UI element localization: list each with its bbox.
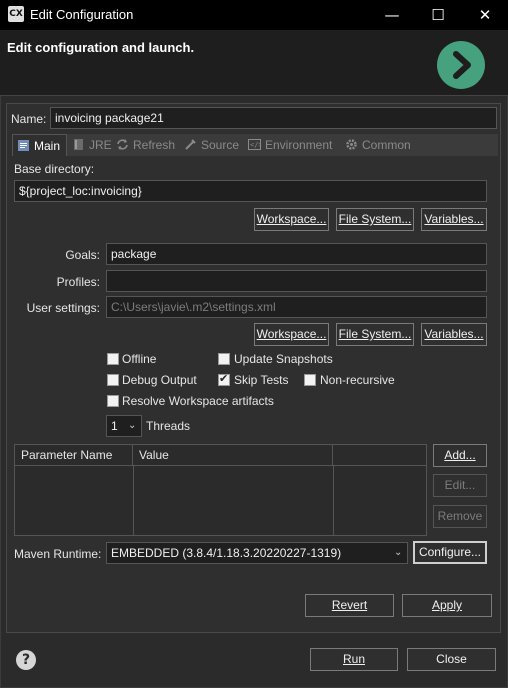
skip-tests-checkbox[interactable] bbox=[218, 372, 230, 386]
base-file-system-button[interactable]: File System... bbox=[336, 208, 414, 231]
maven-runtime-label: Maven Runtime: bbox=[14, 547, 102, 561]
tab-refresh-label: Refresh bbox=[133, 138, 176, 152]
chevron-down-icon: ⌄ bbox=[394, 547, 403, 558]
maven-runtime-value: EMBEDDED (3.8.4/1.18.3.20220227-1319) bbox=[111, 546, 342, 560]
revert-label: Revert bbox=[331, 598, 368, 612]
revert-button[interactable]: Revert bbox=[305, 594, 394, 617]
profiles-label: Profiles: bbox=[56, 275, 100, 289]
base-workspace-label: Workspace... bbox=[256, 212, 327, 226]
tab-environment-label: Environment bbox=[265, 138, 333, 152]
tab-environment[interactable]: </> Environment bbox=[248, 134, 332, 156]
tab-jre[interactable]: JRE bbox=[72, 134, 112, 156]
update-snapshots-checkbox[interactable] bbox=[218, 353, 230, 365]
tab-common-label: Common bbox=[362, 138, 411, 152]
close-window-button[interactable]: ✕ bbox=[462, 0, 508, 30]
help-icon[interactable]: ? bbox=[16, 650, 36, 670]
source-icon bbox=[184, 136, 197, 150]
tab-main[interactable]: Main bbox=[12, 134, 67, 156]
add-parameter-button[interactable]: Add... bbox=[433, 444, 487, 467]
run-label: Run bbox=[342, 652, 365, 666]
edit-parameter-button[interactable]: Edit... bbox=[433, 474, 487, 497]
user-settings-input[interactable]: C:\Users\javie\.m2\settings.xml bbox=[106, 296, 487, 318]
column-header-filler bbox=[333, 444, 426, 466]
settings-variables-button[interactable]: Variables... bbox=[421, 323, 487, 346]
resolve-workspace-checkbox[interactable] bbox=[107, 395, 119, 407]
maximize-button[interactable]: ☐ bbox=[415, 0, 461, 30]
resolve-workspace-label: Resolve Workspace artifacts bbox=[122, 394, 274, 408]
main-tab-icon bbox=[17, 137, 30, 151]
name-label: Name: bbox=[11, 112, 47, 126]
non-recursive-label: Non-recursive bbox=[320, 373, 395, 387]
update-snapshots-label: Update Snapshots bbox=[234, 352, 333, 366]
offline-checkbox[interactable] bbox=[107, 353, 119, 365]
column-divider bbox=[133, 466, 134, 535]
profiles-input[interactable] bbox=[106, 270, 487, 292]
settings-file-system-button[interactable]: File System... bbox=[336, 323, 414, 346]
apply-button[interactable]: Apply bbox=[402, 594, 492, 617]
header-message: Edit configuration and launch. bbox=[7, 40, 195, 55]
goals-input[interactable]: package bbox=[106, 243, 487, 265]
remove-parameter-button[interactable]: Remove bbox=[433, 505, 487, 528]
user-settings-label: User settings: bbox=[26, 301, 100, 315]
settings-variables-label: Variables... bbox=[424, 327, 484, 341]
run-button[interactable]: Run bbox=[310, 648, 398, 671]
common-icon bbox=[345, 136, 358, 150]
non-recursive-checkbox[interactable] bbox=[304, 374, 316, 386]
configure-button[interactable]: Configure... bbox=[413, 541, 487, 564]
chevron-down-icon: ⌄ bbox=[128, 420, 137, 431]
tab-refresh[interactable]: Refresh bbox=[116, 134, 175, 156]
base-variables-label: Variables... bbox=[424, 212, 484, 226]
tab-source[interactable]: Source bbox=[184, 134, 239, 156]
minimize-button[interactable]: — bbox=[369, 0, 415, 30]
environment-icon: </> bbox=[248, 136, 263, 150]
base-directory-input[interactable]: ${project_loc:invoicing} bbox=[14, 180, 487, 202]
refresh-icon bbox=[116, 136, 129, 150]
threads-value: 1 bbox=[111, 419, 118, 433]
threads-label: Threads bbox=[146, 419, 191, 433]
threads-select[interactable]: 1 ⌄ bbox=[106, 415, 142, 437]
tab-main-label: Main bbox=[34, 139, 61, 153]
window-title: Edit Configuration bbox=[30, 7, 134, 22]
settings-file-system-label: File System... bbox=[338, 327, 412, 341]
base-file-system-label: File System... bbox=[338, 212, 412, 226]
debug-output-checkbox[interactable] bbox=[107, 374, 119, 386]
settings-workspace-label: Workspace... bbox=[256, 327, 327, 341]
svg-text:</>: </> bbox=[250, 141, 261, 149]
base-variables-button[interactable]: Variables... bbox=[421, 208, 487, 231]
app-icon: CX bbox=[8, 6, 24, 22]
settings-workspace-button[interactable]: Workspace... bbox=[254, 323, 329, 346]
offline-label: Offline bbox=[122, 352, 157, 366]
add-parameter-label: Add... bbox=[444, 448, 476, 462]
close-button[interactable]: Close bbox=[407, 648, 496, 671]
header-divider bbox=[0, 95, 508, 96]
skip-tests-label: Skip Tests bbox=[234, 373, 289, 387]
tab-source-label: Source bbox=[201, 138, 240, 152]
column-header-value[interactable]: Value bbox=[133, 444, 333, 466]
maven-runtime-select[interactable]: EMBEDDED (3.8.4/1.18.3.20220227-1319) ⌄ bbox=[106, 542, 408, 564]
tab-common[interactable]: Common bbox=[345, 134, 411, 156]
name-input[interactable]: invoicing package21 bbox=[50, 107, 497, 129]
jre-icon bbox=[72, 136, 85, 150]
tab-jre-label: JRE bbox=[89, 138, 112, 152]
base-workspace-button[interactable]: Workspace... bbox=[254, 208, 329, 231]
run-arrow-icon bbox=[437, 41, 485, 89]
apply-label: Apply bbox=[431, 598, 463, 612]
column-divider bbox=[333, 466, 334, 535]
debug-output-label: Debug Output bbox=[122, 373, 197, 387]
base-directory-label: Base directory: bbox=[14, 162, 95, 176]
goals-label: Goals: bbox=[65, 248, 100, 262]
column-header-parameter-name[interactable]: Parameter Name bbox=[15, 444, 133, 466]
